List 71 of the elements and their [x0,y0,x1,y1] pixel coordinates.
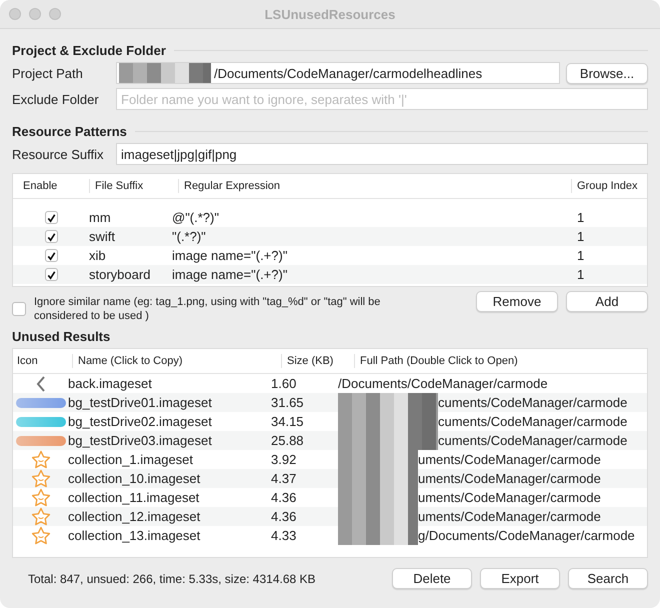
table-cell: "(.*?)" [172,229,206,244]
enable-checkbox[interactable] [44,268,58,281]
table-cell: 4.36 [271,490,296,505]
table-cell: 1 [577,229,584,244]
action-button[interactable]: Add [566,291,648,312]
ignore-similar-checkbox[interactable] [12,302,26,316]
table-cell: 1.60 [271,376,296,391]
table-cell: cuments/CodeManager/carmode [438,414,628,429]
table-cell: cuments/CodeManager/carmode [438,395,628,410]
action-button[interactable]: Remove [476,291,558,312]
section-title: Resource Patterns [12,124,127,139]
table-cell: uments/CodeManager/carmode [418,490,601,505]
table-cell: xib [89,248,106,263]
resource-suffix-field[interactable]: imageset|jpg|gif|png [116,143,648,165]
table-cell: bg_testDrive03.imageset [68,433,212,448]
table-cell: 1 [577,267,584,282]
table-cell: back.imageset [68,376,152,391]
column-header[interactable]: Name (Click to Copy) [72,354,281,368]
table-cell: 1 [577,210,584,225]
action-button[interactable]: Delete [392,568,472,589]
table-cell: g/Documents/CodeManager/carmode [418,528,635,543]
table-cell: bg_testDrive02.imageset [68,414,212,429]
enable-checkbox[interactable] [44,249,58,262]
table-cell: collection_13.imageset [68,528,200,543]
table-cell: 4.36 [271,509,296,524]
column-header[interactable]: Full Path (Double Click to Open) [354,354,647,368]
field-label: Project Path [12,66,84,80]
column-header[interactable]: Regular Expression [178,179,571,193]
section-title: Project & Exclude Folder [12,43,166,58]
browse-button[interactable]: Browse... [566,62,648,84]
table-cell: 3.92 [271,452,296,467]
table-cell: bg_testDrive01.imageset [68,395,212,410]
column-header[interactable]: Group Index [571,179,647,193]
enable-checkbox[interactable] [44,211,58,224]
table-cell: storyboard [89,267,150,282]
exclude-folder-field[interactable]: Folder name you want to ignore, separates with '|' [116,88,648,110]
enable-checkbox[interactable] [44,230,58,243]
table-cell: image name="(.+?)" [172,248,288,263]
table-cell: @"(.*?)" [172,210,219,225]
table-cell: collection_1.imageset [68,452,194,467]
table-cell: 4.37 [271,471,296,486]
action-button[interactable]: Export [480,568,560,589]
project-path-field[interactable]: /Documents/CodeManager/carmodelheadlines [116,62,560,84]
column-header[interactable]: Enable [13,179,89,193]
table-cell: collection_11.imageset [68,490,200,505]
field-label: Exclude Folder [12,92,100,106]
section-title: Unused Results [12,329,110,344]
table-cell: 4.33 [271,528,296,543]
back-chevron-icon [36,376,46,392]
table-cell: 25.88 [271,433,304,448]
table-cell: 34.15 [271,414,304,429]
table-cell: /Documents/CodeManager/carmode [338,376,548,391]
table-cell: mm [89,210,111,225]
column-header[interactable]: Size (KB) [281,354,354,368]
table-cell: uments/CodeManager/carmode [418,471,601,486]
table-cell: 1 [577,248,584,263]
table-cell: collection_10.imageset [68,471,200,486]
table-cell: cuments/CodeManager/carmode [438,433,628,448]
column-header[interactable]: File Suffix [89,179,178,193]
summary-text: Total: 847, unsued: 266, time: 5.33s, size: 4314.68 KB [28,572,316,586]
table-cell: collection_12.imageset [68,509,200,524]
table-cell: 31.65 [271,395,304,410]
table-cell: uments/CodeManager/carmode [418,509,601,524]
table-cell: swift [89,229,115,244]
table-cell: uments/CodeManager/carmode [418,452,601,467]
table-cell: image name="(.+?)" [172,267,288,282]
action-button[interactable]: Search [568,568,648,589]
window-title: LSUnusedResources [264,6,396,22]
ignore-similar-label: Ignore similar name (eg: tag_1.png, using with "tag_%d" or "tag" will be considered to be used ) [34,295,382,323]
column-header[interactable]: Icon [13,354,72,368]
field-label: Resource Suffix [12,146,105,162]
